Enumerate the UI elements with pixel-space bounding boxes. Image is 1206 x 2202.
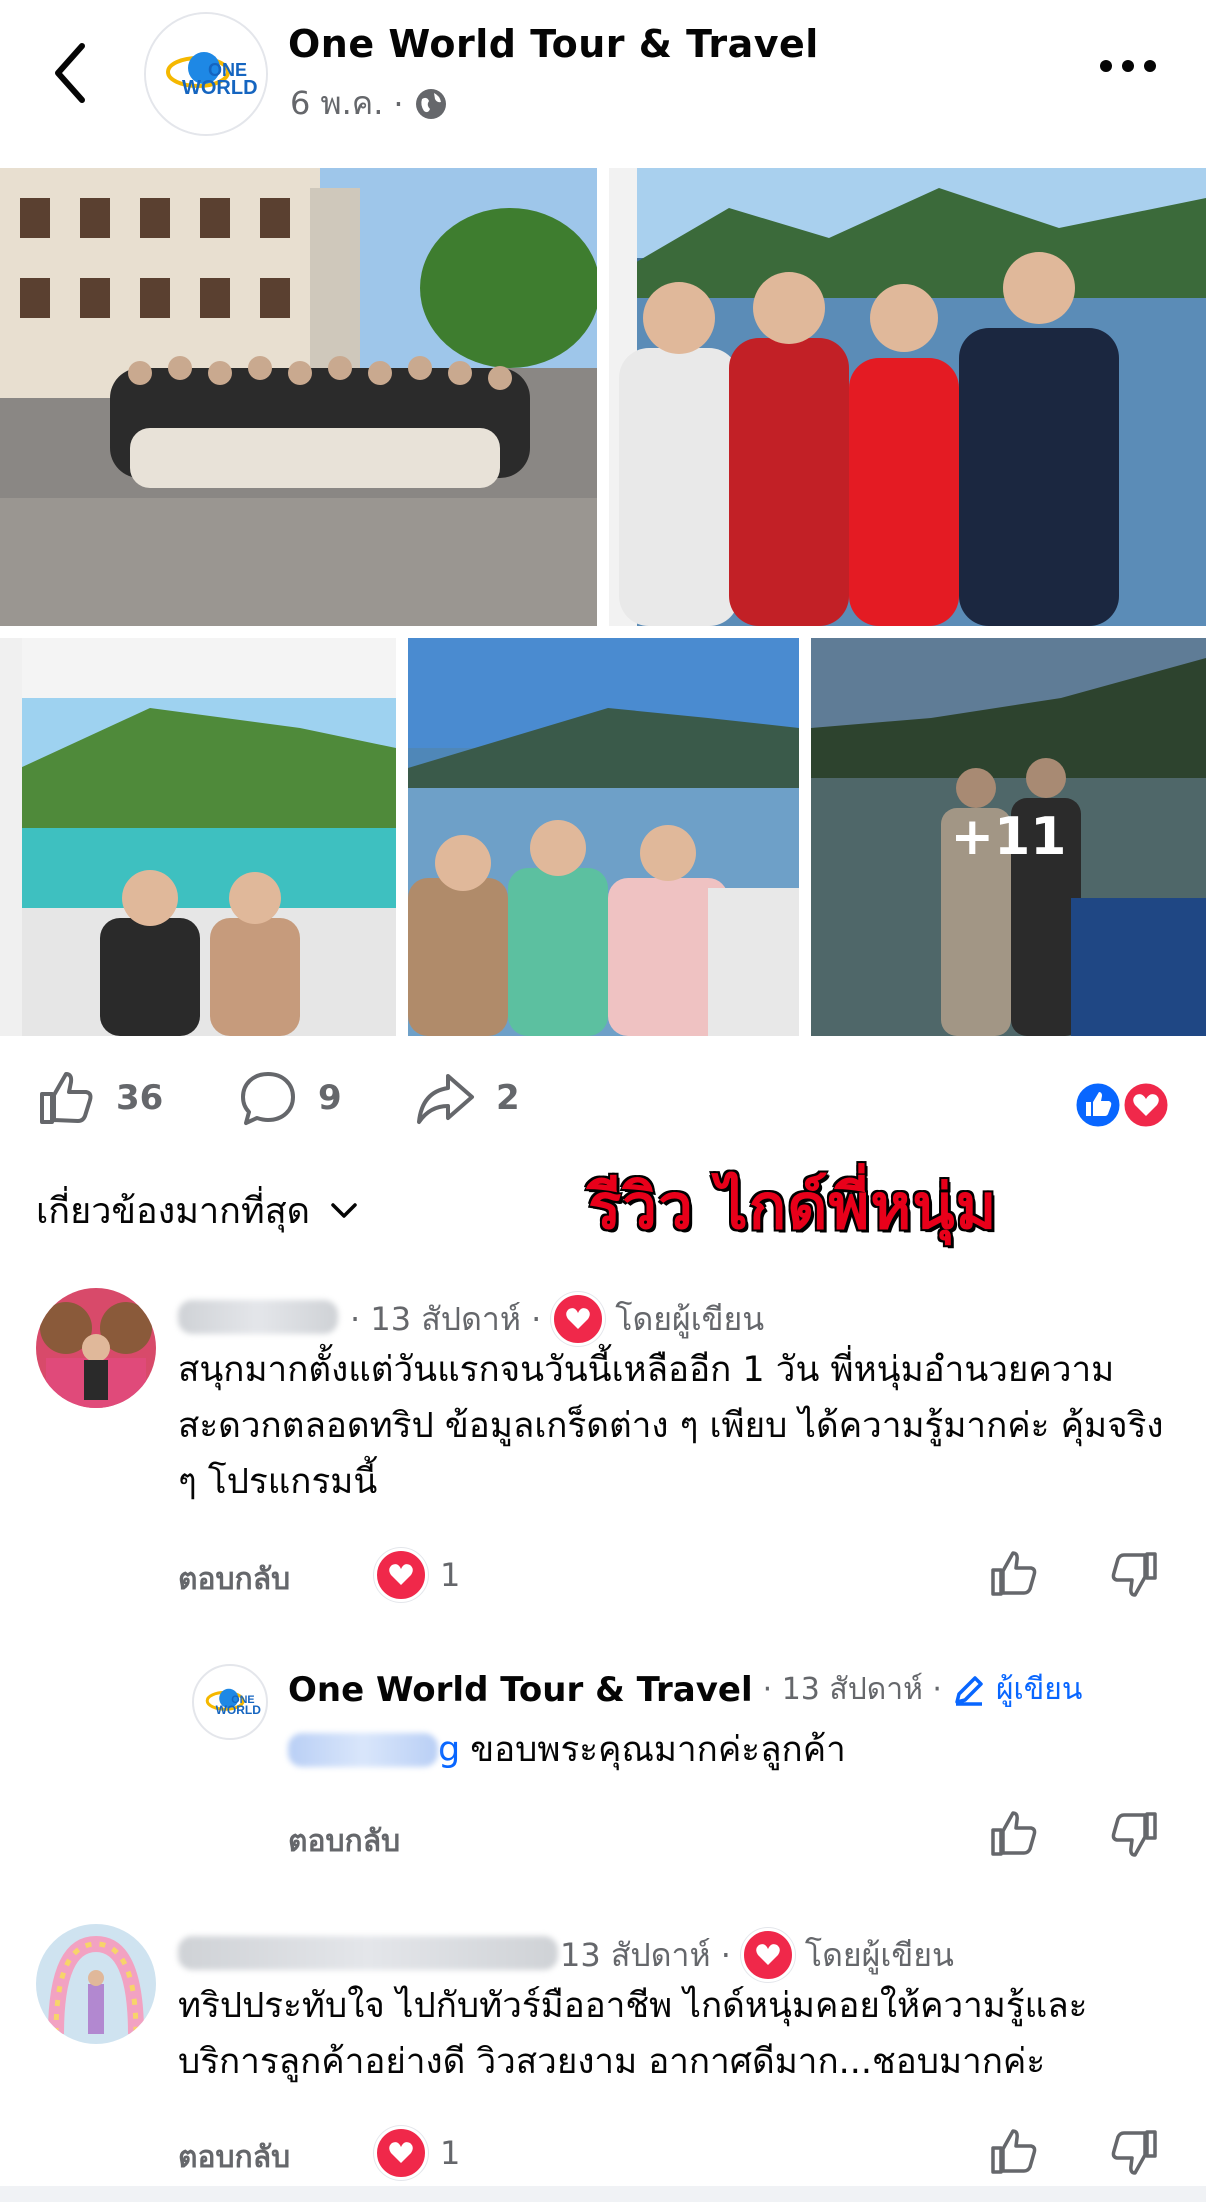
reaction-count: 1 — [440, 1556, 461, 1594]
comment-like-button[interactable] — [988, 1548, 1040, 1604]
like-reaction-icon — [1073, 1080, 1123, 1130]
author-badge: โดยผู้เขียน — [804, 1935, 954, 1974]
sort-label: เกี่ยวข้องมากที่สุด — [36, 1191, 311, 1232]
page-name[interactable]: One World Tour & Travel — [288, 22, 819, 66]
comment-reactions[interactable]: 1 — [374, 1548, 460, 1602]
page-avatar[interactable]: ONE WORLD — [144, 12, 268, 136]
post-photo-4[interactable] — [408, 638, 799, 1036]
love-reaction-icon — [374, 2126, 428, 2180]
reaction-count: 1 — [440, 2134, 461, 2172]
commenter-name[interactable] — [178, 1936, 558, 1970]
author-badge: ผู้เขียน — [995, 1672, 1083, 1707]
reply-text: ขอบพระคุณมากค่ะลูกค้า — [470, 1730, 846, 1770]
one-world-logo-icon: ONE WORLD — [146, 14, 266, 134]
reply-dislike-button[interactable] — [1108, 1808, 1160, 1864]
author-love-icon — [740, 1928, 795, 1982]
reply-author[interactable]: One World Tour & Travel — [288, 1670, 753, 1710]
reply-header: One World Tour & Travel · 13 สัปดาห์ · ผ… — [288, 1666, 1082, 1713]
comment-meta: 13 สัปดาห์ · โดยผู้เขียน — [560, 1928, 954, 1982]
share-button[interactable]: 2 — [414, 1068, 520, 1128]
comment-count: 9 — [318, 1078, 342, 1118]
dot-icon — [1144, 60, 1156, 72]
thumbs-up-icon — [991, 2129, 1037, 2174]
dot-icon — [1122, 60, 1134, 72]
commenter-name[interactable] — [178, 1300, 338, 1334]
photo-boat-two-women-image — [0, 638, 396, 1036]
reply-button[interactable]: ตอบกลับ — [178, 2134, 290, 2181]
bottom-input-bar[interactable] — [0, 2186, 1206, 2202]
comment-dislike-button[interactable] — [1108, 1548, 1160, 1604]
like-count: 36 — [116, 1078, 164, 1118]
reaction-summary[interactable] — [1072, 1080, 1172, 1130]
more-photos-count[interactable]: +11 — [811, 638, 1206, 1036]
commenter-avatar[interactable] — [36, 1924, 156, 2044]
post-photo-1[interactable] — [0, 168, 597, 626]
post-photo-2[interactable] — [609, 168, 1206, 626]
comment-time[interactable]: 13 สัปดาห์ · — [560, 1930, 731, 1981]
chevron-left-icon — [55, 43, 85, 103]
one-world-logo-icon: ONE WORLD — [205, 1688, 262, 1717]
thumbs-down-icon — [1111, 2130, 1157, 2175]
svg-text:WORLD: WORLD — [216, 1703, 262, 1717]
love-reaction-icon — [1121, 1080, 1171, 1130]
comment-button[interactable]: 9 — [238, 1068, 342, 1128]
dot-icon — [1100, 60, 1112, 72]
comment-meta: · 13 สัปดาห์ · โดยผู้เขียน — [350, 1292, 764, 1346]
avatar-flower-arch-image — [36, 1924, 156, 2044]
comment-bubble-icon — [241, 1072, 295, 1125]
meta-separator: · — [393, 84, 404, 123]
post-meta: 6 พ.ค. · — [290, 78, 448, 129]
more-options-button[interactable] — [1100, 60, 1156, 72]
thumbs-up-icon — [991, 1811, 1037, 1856]
commenter-avatar[interactable] — [36, 1288, 156, 1408]
mention-tail[interactable]: g — [438, 1730, 460, 1770]
love-reaction-icon — [374, 1548, 428, 1602]
comment-time[interactable]: · 13 สัปดาห์ · — [350, 1294, 541, 1345]
author-badge: โดยผู้เขียน — [615, 1299, 765, 1338]
globe-icon — [415, 88, 446, 119]
post-photo-5[interactable]: +11 — [811, 638, 1206, 1036]
reply-body: g ขอบพระคุณมากค่ะลูกค้า — [288, 1722, 846, 1777]
share-arrow-icon — [417, 1074, 474, 1124]
comment-dislike-button[interactable] — [1108, 2126, 1160, 2182]
comment-like-button[interactable] — [988, 2126, 1040, 2182]
back-button[interactable] — [48, 38, 98, 108]
reply-like-button[interactable] — [988, 1808, 1040, 1864]
author-love-icon — [551, 1292, 606, 1346]
post-photo-3[interactable] — [0, 638, 396, 1036]
mentioned-user[interactable] — [288, 1732, 438, 1767]
comment-text: ทริปประทับใจ ไปกับทัวร์มืออาชีพ ไกด์หนุ่… — [178, 1986, 1088, 2082]
review-overlay-title: รีวิว ไกด์พี่หนุ่ม — [588, 1170, 998, 1243]
pencil-icon — [955, 1675, 983, 1706]
reply-time[interactable]: · 13 สัปดาห์ · — [763, 1666, 942, 1713]
photo-group-square-image — [0, 168, 597, 626]
thumbs-down-icon — [1111, 1552, 1157, 1597]
comment-reactions[interactable]: 1 — [374, 2126, 460, 2180]
comment-sort-dropdown[interactable]: เกี่ยวข้องมากที่สุด — [36, 1182, 358, 1239]
thumbs-up-icon — [40, 1072, 93, 1124]
like-button[interactable]: 36 — [36, 1068, 163, 1128]
thumbs-up-icon — [991, 1551, 1037, 1596]
photo-lake-four-people-image — [609, 168, 1206, 626]
reply-button[interactable]: ตอบกลับ — [288, 1818, 400, 1865]
avatar-teddy-bears-image — [36, 1288, 156, 1408]
post-date[interactable]: 6 พ.ค. — [290, 78, 383, 129]
reply-button[interactable]: ตอบกลับ — [178, 1556, 290, 1603]
chevron-down-icon — [331, 1202, 357, 1218]
thumbs-down-icon — [1111, 1812, 1157, 1857]
photo-three-women-image — [408, 638, 799, 1036]
svg-text:WORLD: WORLD — [182, 77, 258, 99]
page-reply-avatar[interactable]: ONE WORLD — [192, 1664, 268, 1740]
share-count: 2 — [496, 1078, 520, 1118]
comment-text: สนุกมากตั้งแต่วันแรกจนวันนี้เหลืออีก 1 ว… — [178, 1350, 1164, 1502]
